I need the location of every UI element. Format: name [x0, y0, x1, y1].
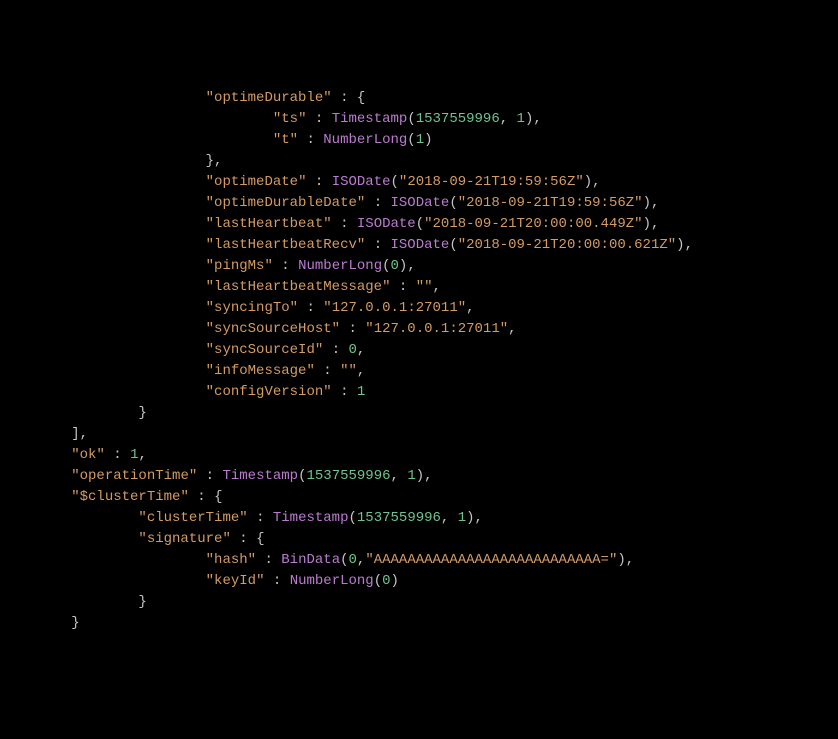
terminal-output: "optimeDurable" : { "ts" : Timestamp(153… — [4, 88, 834, 634]
code-line: "pingMs" : NumberLong(0), — [4, 256, 834, 277]
code-line: "syncingTo" : "127.0.0.1:27011", — [4, 298, 834, 319]
code-line: "t" : NumberLong(1) — [4, 130, 834, 151]
code-line: } — [4, 592, 834, 613]
code-line: "optimeDurableDate" : ISODate("2018-09-2… — [4, 193, 834, 214]
code-line: "lastHeartbeatRecv" : ISODate("2018-09-2… — [4, 235, 834, 256]
code-line: "syncSourceId" : 0, — [4, 340, 834, 361]
code-line: "syncSourceHost" : "127.0.0.1:27011", — [4, 319, 834, 340]
code-line: "ok" : 1, — [4, 445, 834, 466]
code-line: ], — [4, 424, 834, 445]
code-line: "hash" : BinData(0,"AAAAAAAAAAAAAAAAAAAA… — [4, 550, 834, 571]
code-line: "clusterTime" : Timestamp(1537559996, 1)… — [4, 508, 834, 529]
code-line: "lastHeartbeat" : ISODate("2018-09-21T20… — [4, 214, 834, 235]
code-line: "operationTime" : Timestamp(1537559996, … — [4, 466, 834, 487]
code-line: }, — [4, 151, 834, 172]
code-line: "infoMessage" : "", — [4, 361, 834, 382]
code-line: "signature" : { — [4, 529, 834, 550]
code-line: } — [4, 403, 834, 424]
code-line: "$clusterTime" : { — [4, 487, 834, 508]
code-line: "ts" : Timestamp(1537559996, 1), — [4, 109, 834, 130]
code-line: "keyId" : NumberLong(0) — [4, 571, 834, 592]
code-line: } — [4, 613, 834, 634]
code-line: "optimeDurable" : { — [4, 88, 834, 109]
code-line: "configVersion" : 1 — [4, 382, 834, 403]
code-line: "optimeDate" : ISODate("2018-09-21T19:59… — [4, 172, 834, 193]
code-line: "lastHeartbeatMessage" : "", — [4, 277, 834, 298]
